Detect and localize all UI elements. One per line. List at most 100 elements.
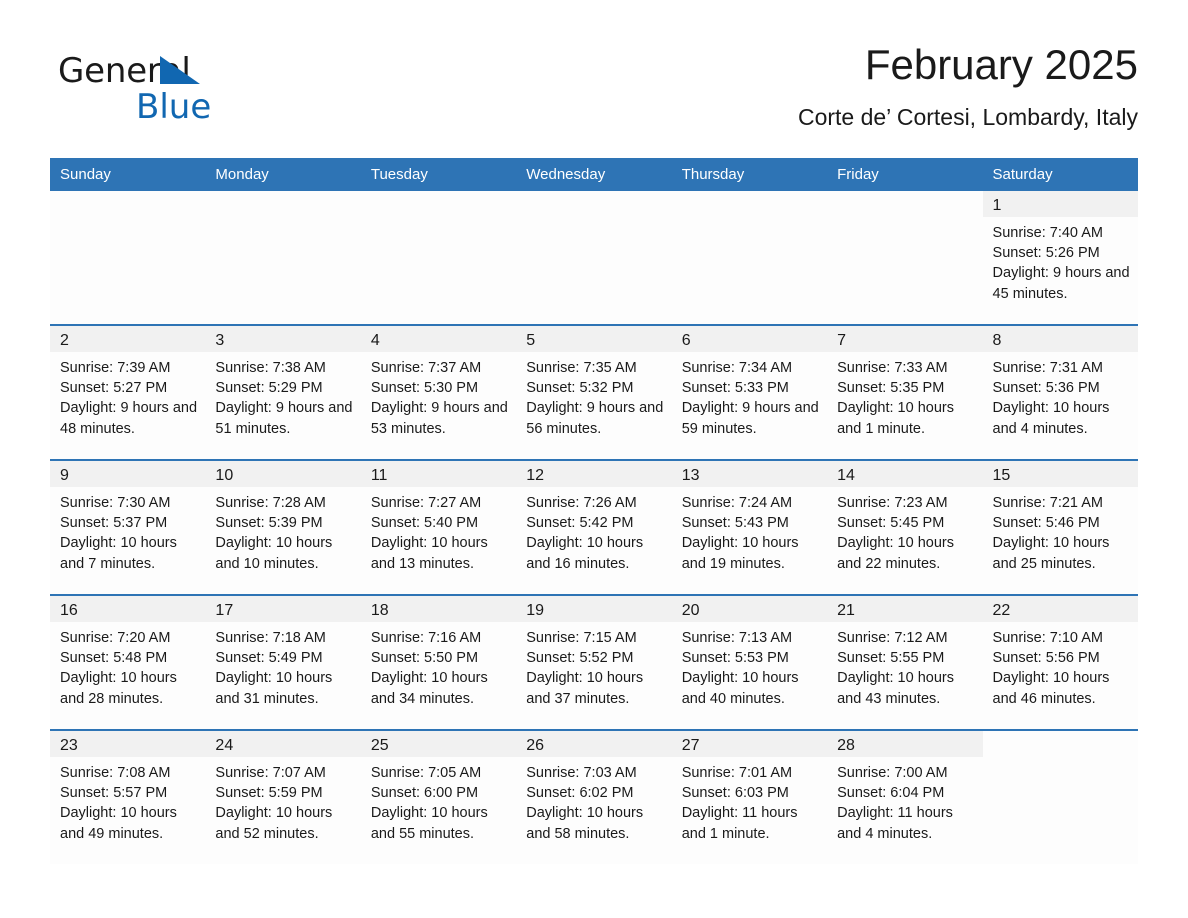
calendar-day[interactable]: 14 Sunrise: 7:23 AM Sunset: 5:45 PM Dayligh… [827,461,983,594]
calendar-day[interactable]: 6 Sunrise: 7:34 AM Sunset: 5:33 PM Daylight… [671,326,828,459]
calendar-day[interactable]: 2 Sunrise: 7:39 AM Sunset: 5:27 PM Daylight… [50,326,206,459]
sunset-text: Sunset: 5:48 PM [60,650,168,667]
day-sun-info: Sunrise: 7:30 AM Sunset: 5:37 PM Daylight:… [50,487,205,574]
logo-word-general: General [58,52,338,90]
day-number: 5 [516,326,672,352]
calendar-day[interactable]: 23 Sunrise: 7:08 AM Sunset: 5:57 PM Dayligh… [50,731,206,864]
day-number: 20 [671,596,828,622]
daylight-text: Daylight: 10 hours and 55 minutes. [370,805,488,842]
daylight-text: Daylight: 10 hours and 40 minutes. [681,670,799,707]
sunset-text: Sunset: 5:35 PM [837,380,945,397]
calendar-day[interactable]: 10 Sunrise: 7:28 AM Sunset: 5:39 PM Dayligh… [205,461,361,594]
day-number: 4 [360,326,517,352]
day-number: 10 [205,461,361,487]
calendar-body: 1 Sunrise: 7:40 AM Sunset: 5:26 PM Daylight… [50,191,1138,864]
calendar-day[interactable]: 16 Sunrise: 7:20 AM Sunset: 5:48 PM Dayligh… [50,596,206,729]
calendar-day[interactable]: 20 Sunrise: 7:13 AM Sunset: 5:53 PM Dayligh… [671,596,828,729]
calendar-head: Sunday Monday Tuesday Wednesday Thursday… [50,158,1138,191]
weekday-header-row: Sunday Monday Tuesday Wednesday Thursday… [50,158,1138,191]
day-number: 1 [982,191,1138,217]
sunrise-text: Sunrise: 7:00 AM [837,765,948,781]
calendar-week-row: 16 Sunrise: 7:20 AM Sunset: 5:48 PM Dayligh… [50,594,1138,730]
sunrise-text: Sunrise: 7:03 AM [526,765,637,781]
calendar-day[interactable]: 25 Sunrise: 7:05 AM Sunset: 6:00 PM Dayligh… [360,731,517,864]
day-sun-info: Sunrise: 7:35 AM Sunset: 5:32 PM Daylight:… [516,352,671,439]
calendar-cell [982,729,1138,864]
calendar-page: General Blue February 2025 Corte de’ Cor… [0,0,1188,918]
day-number [360,191,517,217]
daylight-text: Daylight: 10 hours and 49 minutes. [60,805,177,842]
calendar-cell: 17 Sunrise: 7:18 AM Sunset: 5:49 PM Dayligh… [205,594,361,730]
sunset-text: Sunset: 5:56 PM [992,650,1100,667]
weekday-header-wednesday: Wednesday [516,158,672,191]
sunrise-text: Sunrise: 7:26 AM [526,495,637,511]
calendar-cell: 27 Sunrise: 7:01 AM Sunset: 6:03 PM Dayligh… [671,729,828,864]
sunrise-text: Sunrise: 7:07 AM [215,765,326,781]
calendar-cell: 13 Sunrise: 7:24 AM Sunset: 5:43 PM Dayligh… [671,459,828,595]
sunset-text: Sunset: 5:36 PM [992,380,1100,397]
calendar-day[interactable]: 21 Sunrise: 7:12 AM Sunset: 5:55 PM Dayligh… [827,596,983,729]
weekday-header-friday: Friday [827,158,983,191]
daylight-text: Daylight: 10 hours and 13 minutes. [370,535,488,572]
day-number: 26 [516,731,672,757]
calendar-day[interactable]: 8 Sunrise: 7:31 AM Sunset: 5:36 PM Daylight… [982,326,1138,459]
calendar-day[interactable]: 1 Sunrise: 7:40 AM Sunset: 5:26 PM Daylight… [982,191,1138,324]
day-sun-info: Sunrise: 7:24 AM Sunset: 5:43 PM Daylight:… [672,487,827,574]
daylight-text: Daylight: 10 hours and 34 minutes. [370,670,488,707]
daylight-text: Daylight: 9 hours and 53 minutes. [370,400,508,437]
daylight-text: Daylight: 10 hours and 10 minutes. [215,535,333,572]
sunrise-text: Sunrise: 7:08 AM [60,765,171,781]
day-number: 23 [50,731,206,757]
calendar-day[interactable]: 22 Sunrise: 7:10 AM Sunset: 5:56 PM Dayligh… [982,596,1138,729]
day-number: 6 [671,326,828,352]
calendar-cell: 26 Sunrise: 7:03 AM Sunset: 6:02 PM Dayligh… [516,729,672,864]
calendar-day-empty [50,191,206,324]
calendar-day[interactable]: 17 Sunrise: 7:18 AM Sunset: 5:49 PM Dayligh… [205,596,361,729]
calendar-week-row: 9 Sunrise: 7:30 AM Sunset: 5:37 PM Daylight… [50,459,1138,595]
sunset-text: Sunset: 5:55 PM [837,650,945,667]
calendar-day[interactable]: 4 Sunrise: 7:37 AM Sunset: 5:30 PM Daylight… [360,326,517,459]
calendar-day[interactable]: 28 Sunrise: 7:00 AM Sunset: 6:04 PM Dayligh… [827,731,983,864]
calendar-day[interactable]: 13 Sunrise: 7:24 AM Sunset: 5:43 PM Dayligh… [671,461,828,594]
calendar-day-empty [516,191,672,324]
weekday-header-saturday: Saturday [982,158,1138,191]
sunrise-text: Sunrise: 7:31 AM [992,360,1103,376]
day-sun-info: Sunrise: 7:26 AM Sunset: 5:42 PM Daylight:… [516,487,671,574]
page-subtitle: Corte de’ Cortesi, Lombardy, Italy [797,104,1138,130]
day-sun-info: Sunrise: 7:03 AM Sunset: 6:02 PM Daylight:… [516,757,671,844]
sunset-text: Sunset: 5:29 PM [215,380,323,397]
calendar-day[interactable]: 18 Sunrise: 7:16 AM Sunset: 5:50 PM Dayligh… [360,596,517,729]
calendar-cell [827,191,983,325]
calendar-day[interactable]: 5 Sunrise: 7:35 AM Sunset: 5:32 PM Daylight… [516,326,672,459]
day-number: 25 [360,731,517,757]
day-sun-info: Sunrise: 7:08 AM Sunset: 5:57 PM Daylight:… [50,757,205,844]
daylight-text: Daylight: 10 hours and 58 minutes. [526,805,644,842]
day-sun-info: Sunrise: 7:31 AM Sunset: 5:36 PM Daylight:… [983,352,1138,439]
calendar-cell: 18 Sunrise: 7:16 AM Sunset: 5:50 PM Dayligh… [360,594,517,730]
day-sun-info: Sunrise: 7:05 AM Sunset: 6:00 PM Daylight:… [361,757,516,844]
calendar-cell: 6 Sunrise: 7:34 AM Sunset: 5:33 PM Daylight… [671,324,828,460]
calendar-cell [671,191,828,325]
calendar-day[interactable]: 19 Sunrise: 7:15 AM Sunset: 5:52 PM Dayligh… [516,596,672,729]
day-sun-info: Sunrise: 7:23 AM Sunset: 5:45 PM Daylight:… [827,487,982,574]
sunset-text: Sunset: 5:45 PM [837,515,945,532]
sunset-text: Sunset: 5:33 PM [681,380,789,397]
calendar-day[interactable]: 24 Sunrise: 7:07 AM Sunset: 5:59 PM Dayligh… [205,731,361,864]
calendar-day[interactable]: 3 Sunrise: 7:38 AM Sunset: 5:29 PM Daylight… [205,326,361,459]
daylight-text: Daylight: 10 hours and 43 minutes. [837,670,954,707]
day-number: 24 [205,731,361,757]
calendar-cell: 2 Sunrise: 7:39 AM Sunset: 5:27 PM Daylight… [50,324,206,460]
day-sun-info: Sunrise: 7:40 AM Sunset: 5:26 PM Daylight:… [983,217,1138,304]
sunset-text: Sunset: 5:39 PM [215,515,323,532]
calendar-cell: 9 Sunrise: 7:30 AM Sunset: 5:37 PM Daylight… [50,459,206,595]
calendar-day[interactable]: 12 Sunrise: 7:26 AM Sunset: 5:42 PM Dayligh… [516,461,672,594]
calendar-day[interactable]: 27 Sunrise: 7:01 AM Sunset: 6:03 PM Dayligh… [671,731,828,864]
calendar-day[interactable]: 15 Sunrise: 7:21 AM Sunset: 5:46 PM Dayligh… [982,461,1138,594]
sunrise-text: Sunrise: 7:20 AM [60,630,171,646]
calendar-day[interactable]: 7 Sunrise: 7:33 AM Sunset: 5:35 PM Daylight… [827,326,983,459]
calendar-day[interactable]: 11 Sunrise: 7:27 AM Sunset: 5:40 PM Dayligh… [360,461,517,594]
calendar-day[interactable]: 9 Sunrise: 7:30 AM Sunset: 5:37 PM Daylight… [50,461,206,594]
calendar-day[interactable]: 26 Sunrise: 7:03 AM Sunset: 6:02 PM Dayligh… [516,731,672,864]
day-number: 22 [982,596,1138,622]
sunrise-text: Sunrise: 7:35 AM [526,360,637,376]
